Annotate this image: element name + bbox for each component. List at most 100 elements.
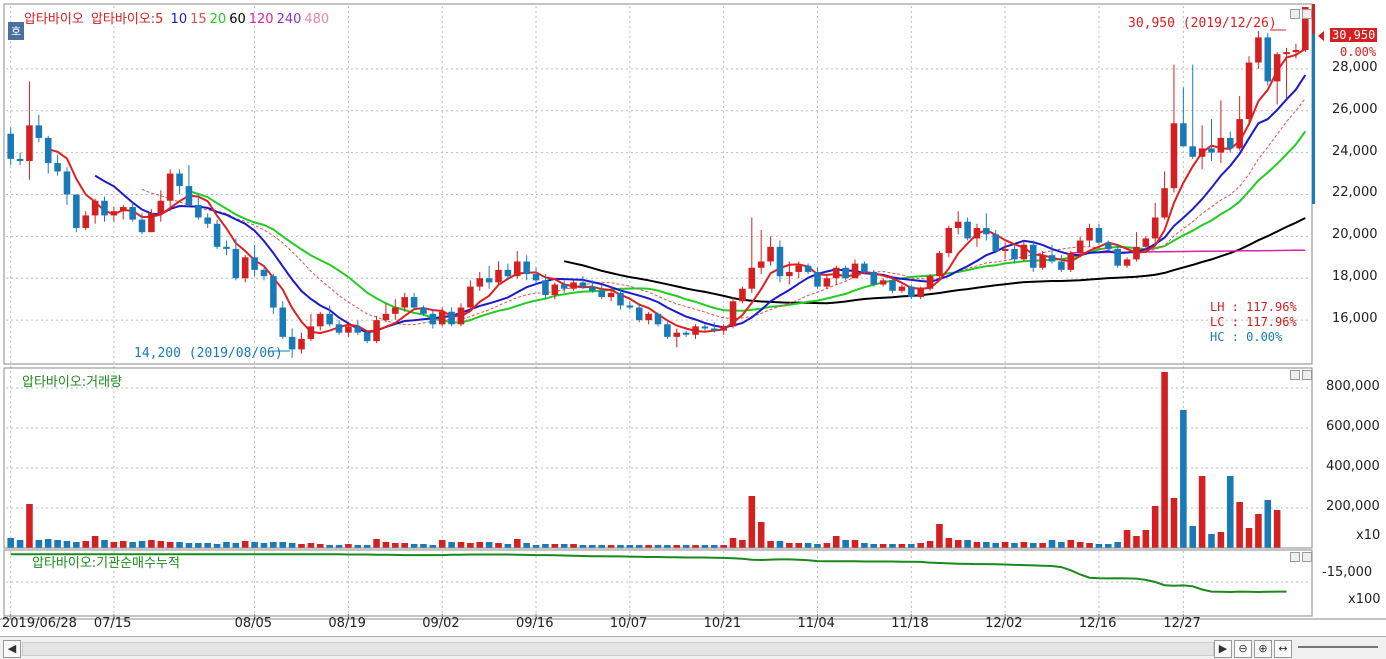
candle-body (223, 246, 230, 249)
inst-close-button[interactable] (1302, 552, 1312, 562)
high-annotation: 30,950 (2019/12/26) (1128, 16, 1277, 31)
candle-body (251, 257, 258, 270)
candle-body (1151, 217, 1159, 239)
volume-minimize-button[interactable] (1290, 370, 1300, 380)
candle-body (1198, 148, 1206, 157)
price-tick-label: 26,000 (1332, 101, 1378, 117)
low-annotation: 14,200 (2019/08/06) (134, 346, 283, 361)
close-button[interactable] (1302, 9, 1312, 19)
candle-body (945, 227, 953, 254)
volume-bar (44, 539, 52, 548)
volume-bar (119, 541, 127, 548)
volume-bar (410, 544, 418, 548)
scroll-left-button[interactable]: ◀ (3, 640, 21, 658)
volume-bar (908, 544, 915, 548)
volume-bar (823, 543, 831, 548)
candle-body (757, 261, 765, 268)
volume-bar (185, 543, 193, 548)
candle-body (908, 286, 915, 298)
candle-body (1058, 261, 1065, 270)
candle-body (692, 326, 699, 335)
volume-bar (954, 540, 962, 548)
volume-bar (345, 544, 352, 548)
candle-body (438, 311, 446, 325)
candle-body (804, 265, 812, 272)
volume-bar (485, 542, 493, 548)
volume-bar (551, 544, 559, 548)
volume-bar (1086, 543, 1093, 548)
candle-body (898, 286, 906, 291)
candle-body (551, 284, 559, 295)
price-tick-label: 28,000 (1332, 59, 1378, 75)
date-tick-label: 2019/06/28 (2, 616, 77, 631)
zoom-out-icon[interactable]: ⊖ (1234, 640, 1252, 658)
volume-unit: x10 (1356, 528, 1381, 543)
candle-body (570, 282, 577, 289)
volume-bar (1264, 500, 1272, 548)
candle-body (1273, 54, 1281, 82)
volume-bar (973, 542, 981, 548)
volume-bar (1133, 536, 1140, 548)
scroll-right-button[interactable]: ▶ (1214, 640, 1232, 658)
candle-body (382, 313, 390, 321)
candle-body (429, 313, 437, 325)
candle-body (1283, 52, 1290, 55)
candle-body (1292, 49, 1300, 53)
candle-body (16, 158, 24, 161)
legend-ma-480: 480 (304, 12, 330, 27)
minimize-button[interactable] (1290, 9, 1300, 19)
candle-body (298, 338, 305, 350)
inst-unit: x100 (1348, 592, 1381, 607)
candle-body (617, 292, 624, 306)
candle-body (664, 324, 671, 337)
candle-body (204, 217, 211, 224)
candle-body (1236, 119, 1243, 149)
candle-body (176, 173, 183, 187)
volume-bar (1123, 530, 1131, 548)
candle-body (786, 271, 793, 277)
volume-bar (1001, 542, 1009, 548)
date-tick-label: 12/16 (1078, 616, 1117, 631)
scrollbar[interactable]: ◀ ▶ ⊖ ⊕ ↔ (0, 636, 1386, 659)
zoom-slider[interactable] (1298, 646, 1378, 648)
fit-icon[interactable]: ↔ (1274, 640, 1292, 658)
volume-bar (1180, 410, 1187, 548)
candle-body (607, 292, 615, 298)
scroll-track[interactable] (22, 642, 1214, 656)
volume-bar (1217, 532, 1225, 548)
volume-bar (1236, 502, 1243, 548)
volume-bar (560, 544, 568, 548)
volume-bar (251, 542, 258, 548)
volume-bar (1029, 543, 1037, 548)
candle-body (448, 311, 455, 325)
candle-body (373, 320, 380, 342)
candle-body (485, 278, 493, 283)
zoom-in-icon[interactable]: ⊕ (1254, 640, 1272, 658)
institutional-net-buy-line (10, 553, 1287, 594)
candle-body (157, 200, 165, 214)
volume-bar (7, 538, 14, 548)
volume-close-button[interactable] (1302, 370, 1312, 380)
candle-body (711, 328, 718, 331)
volume-tick-label: 800,000 (1326, 379, 1380, 394)
date-tick-label: 10/07 (609, 616, 648, 631)
volume-legend: 압타바이오:거래량 (22, 375, 123, 390)
volume-bar (373, 539, 380, 548)
date-tick-label: 08/05 (234, 616, 273, 631)
volume-bar (898, 544, 906, 548)
badge[interactable]: 호 (8, 22, 25, 40)
volume-bar (457, 542, 465, 548)
candle-body (748, 267, 756, 289)
candle-body (936, 253, 943, 277)
volume-bar (1048, 540, 1056, 548)
inst-minimize-button[interactable] (1290, 552, 1300, 562)
volume-bar (889, 544, 896, 548)
volume-bar (316, 544, 324, 548)
candle-body (1011, 248, 1018, 260)
candle-body (767, 246, 774, 262)
candle-body (973, 227, 981, 239)
volume-bar (1095, 544, 1103, 548)
candle-body (129, 207, 136, 220)
legend-ma-60: 60 (229, 12, 246, 27)
candle-body (1180, 123, 1187, 147)
